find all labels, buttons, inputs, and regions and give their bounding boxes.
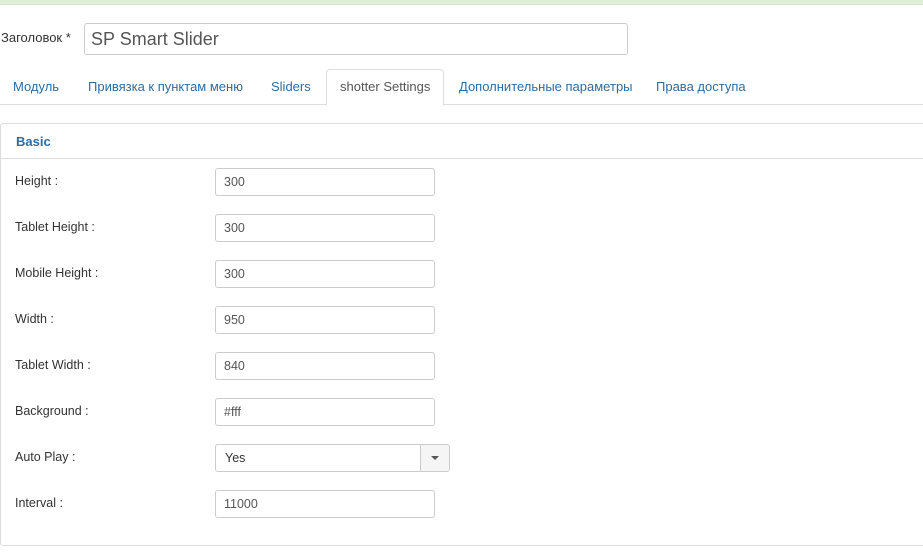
- tablet-height-label: Tablet Height :: [15, 220, 95, 234]
- interval-input[interactable]: 11000: [215, 490, 435, 518]
- mobile-height-label: Mobile Height :: [15, 266, 99, 280]
- field-tablet-height: Tablet Height : 300: [0, 214, 923, 242]
- title-label: Заголовок *: [1, 30, 71, 45]
- field-width: Width : 950: [0, 306, 923, 334]
- title-row: Заголовок *: [0, 23, 923, 55]
- tab-shotter-settings[interactable]: shotter Settings: [326, 69, 445, 106]
- field-height: Height : 300: [0, 168, 923, 196]
- height-input[interactable]: 300: [215, 168, 435, 196]
- auto-play-selected-value: Yes: [225, 451, 246, 465]
- mobile-height-input[interactable]: 300: [215, 260, 435, 288]
- success-message-bar: [0, 0, 923, 5]
- auto-play-label: Auto Play :: [15, 450, 76, 464]
- tab-permissions[interactable]: Права доступа: [643, 69, 759, 105]
- tab-advanced-options[interactable]: Дополнительные параметры: [446, 69, 646, 105]
- field-background: Background : #fff: [0, 398, 923, 426]
- width-label: Width :: [15, 312, 54, 326]
- chevron-down-icon: [431, 456, 439, 460]
- tab-menu-assignment[interactable]: Привязка к пунктам меню: [75, 69, 256, 105]
- width-input[interactable]: 950: [215, 306, 435, 334]
- tab-bar: Модуль Привязка к пунктам меню Sliders s…: [0, 69, 923, 106]
- auto-play-select[interactable]: Yes: [215, 444, 450, 472]
- select-toggle-button[interactable]: [420, 445, 449, 471]
- height-label: Height :: [15, 174, 59, 188]
- panel-title: Basic: [16, 134, 51, 149]
- title-input[interactable]: [84, 23, 628, 55]
- interval-label: Interval :: [15, 496, 63, 510]
- field-interval: Interval : 11000: [0, 490, 923, 518]
- tablet-width-label: Tablet Width :: [15, 358, 91, 372]
- field-mobile-height: Mobile Height : 300: [0, 260, 923, 288]
- tablet-width-input[interactable]: 840: [215, 352, 435, 380]
- field-auto-play: Auto Play : Yes: [0, 444, 923, 472]
- background-label: Background :: [15, 404, 89, 418]
- tab-module[interactable]: Модуль: [0, 69, 72, 105]
- field-tablet-width: Tablet Width : 840: [0, 352, 923, 380]
- background-input[interactable]: #fff: [215, 398, 435, 426]
- tab-sliders[interactable]: Sliders: [258, 69, 324, 105]
- panel-header: Basic: [1, 124, 923, 159]
- tablet-height-input[interactable]: 300: [215, 214, 435, 242]
